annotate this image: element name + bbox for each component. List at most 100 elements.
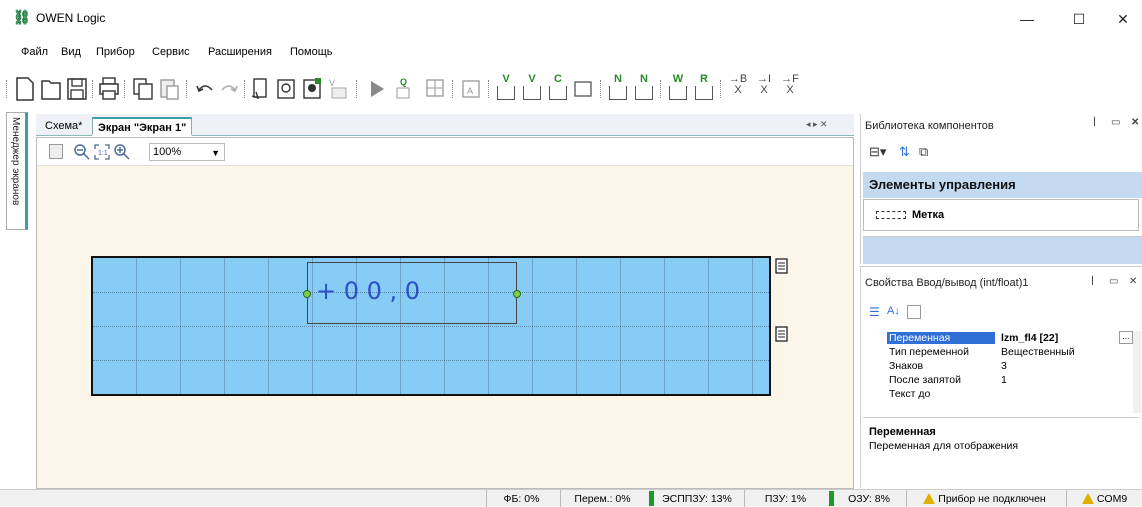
tab-screen-1[interactable]: Экран "Экран 1" <box>92 117 193 136</box>
open-folder-icon[interactable] <box>40 76 62 102</box>
library-title: Библиотека компонентов <box>865 120 994 132</box>
add-var-v-label: V <box>502 73 510 85</box>
tab-nav-controls[interactable]: ◂ ▸ ✕ <box>806 119 828 130</box>
toolbar-separator <box>244 80 245 98</box>
add-read-button[interactable]: R <box>692 74 716 100</box>
zoom-out-icon[interactable] <box>73 143 91 161</box>
alphabetical-icon[interactable]: A↓ <box>887 305 900 317</box>
property-pages-icon[interactable] <box>907 305 921 319</box>
menu-extensions[interactable]: Расширения <box>208 46 272 58</box>
menu-service[interactable]: Сервис <box>152 46 190 58</box>
device-settings-icon[interactable] <box>302 76 324 102</box>
properties-scrollbar[interactable] <box>1133 331 1141 413</box>
status-rom: ПЗУ: 1% <box>744 490 826 507</box>
pin-icon[interactable]: ꟾ <box>1091 277 1094 288</box>
zoom-in-icon[interactable] <box>113 143 131 161</box>
redo-icon[interactable] <box>218 76 240 102</box>
property-value[interactable]: 3 <box>1001 360 1007 372</box>
add-net-n2-button[interactable]: N <box>632 74 656 100</box>
new-file-icon[interactable] <box>14 76 36 102</box>
simulate-icon[interactable]: Q <box>392 76 414 102</box>
title-bar: ⛓ OWEN Logic — ☐ ✕ <box>0 0 1142 40</box>
zoom-fit-icon[interactable]: 1:1 <box>93 143 111 161</box>
restore-panel-icon[interactable]: ▭ <box>1109 276 1118 287</box>
status-port[interactable]: COM9 <box>1066 490 1142 507</box>
add-var-v2-button[interactable]: V <box>520 74 544 100</box>
add-const-button[interactable]: C <box>546 74 570 100</box>
goto-b-button[interactable]: →B X <box>726 74 750 96</box>
library-item-label[interactable]: Метка <box>863 199 1139 231</box>
close-panel-icon[interactable]: ✕ <box>1129 276 1137 287</box>
table-icon[interactable] <box>424 76 446 102</box>
io-display-value: + 0 0 , 0 <box>316 277 421 305</box>
close-panel-icon[interactable]: ✕ <box>1131 117 1139 128</box>
restore-panel-icon[interactable]: ▭ <box>1111 117 1120 128</box>
property-value[interactable]: Вещественный <box>1001 346 1075 358</box>
device-info-icon[interactable] <box>276 76 298 102</box>
property-key: Тип переменной <box>889 346 969 358</box>
close-button[interactable]: ✕ <box>1100 8 1142 30</box>
warning-icon <box>1081 493 1094 504</box>
categorized-icon[interactable]: ☰ <box>869 305 880 319</box>
main-toolbar: V Q A V V C N N W R →B X →I X →F X <box>0 70 1142 106</box>
screen-canvas[interactable]: + 0 0 , 0 <box>91 256 771 396</box>
resize-handle-left[interactable] <box>303 290 311 298</box>
library-next-group <box>863 236 1142 264</box>
toolbar-separator <box>186 80 187 98</box>
screen-manager-tab[interactable]: Менеджер экранов <box>6 112 28 230</box>
property-row-decimals[interactable]: После запятой 1 <box>863 373 1135 387</box>
copy-icon[interactable] <box>132 76 154 102</box>
add-net-n-button[interactable]: N <box>606 74 630 100</box>
maximize-button[interactable]: ☐ <box>1056 8 1102 30</box>
minimize-button[interactable]: — <box>1004 8 1050 30</box>
property-row-variable[interactable]: Переменная lzm_fl4 [22] … <box>863 331 1135 345</box>
row-properties-icon[interactable] <box>775 258 789 274</box>
undo-icon[interactable] <box>194 76 216 102</box>
run-icon[interactable] <box>366 76 388 102</box>
property-value[interactable]: lzm_fl4 [22] <box>1001 332 1058 344</box>
sort-icon[interactable]: ⇅ <box>899 144 910 160</box>
menu-bar: Файл Вид Прибор Сервис Расширения Помощь <box>0 42 1142 62</box>
group-view-icon[interactable]: ⊟▾ <box>869 144 886 160</box>
add-block-icon[interactable] <box>572 76 594 102</box>
paste-icon[interactable] <box>158 76 180 102</box>
upload-icon[interactable]: V <box>328 76 350 102</box>
menu-device[interactable]: Прибор <box>96 46 135 58</box>
status-fb: ФБ: 0% <box>486 490 556 507</box>
toolbar-separator <box>452 80 453 98</box>
browse-button[interactable]: … <box>1119 331 1133 344</box>
screen-editor[interactable]: 1:1 100% ▼ + 0 0 , 0 <box>36 137 854 489</box>
print-icon[interactable] <box>98 76 120 102</box>
io-element[interactable]: + 0 0 , 0 <box>303 262 521 324</box>
compile-icon[interactable] <box>250 76 272 102</box>
chevron-down-icon: ▼ <box>211 148 220 158</box>
add-write-button[interactable]: W <box>666 74 690 100</box>
menu-view[interactable]: Вид <box>61 46 81 58</box>
save-icon[interactable] <box>66 76 88 102</box>
library-group-controls[interactable]: Элементы управления <box>863 172 1142 198</box>
property-value[interactable]: 1 <box>1001 374 1007 386</box>
zoom-select[interactable]: 100% ▼ <box>149 143 225 161</box>
row-properties-icon[interactable] <box>775 326 789 342</box>
property-row-digits[interactable]: Знаков 3 <box>863 359 1135 373</box>
status-bar: ФБ: 0% Перем.: 0% ЭСППЗУ: 13% ПЗУ: 1% ОЗ… <box>0 489 1142 507</box>
library-item-text: Метка <box>912 209 945 221</box>
library-settings-icon[interactable]: ⧉ <box>919 144 928 160</box>
menu-help[interactable]: Помощь <box>290 46 333 58</box>
save-screen-icon[interactable] <box>49 144 63 159</box>
add-var-v-button[interactable]: V <box>494 74 518 100</box>
property-key: Переменная <box>887 332 995 344</box>
property-row-text-before[interactable]: Текст до <box>863 387 1135 401</box>
pin-icon[interactable]: ꟾ <box>1093 118 1096 129</box>
calendar-icon[interactable]: A <box>460 76 482 102</box>
goto-i-button[interactable]: →I X <box>752 74 776 96</box>
svg-text:Q: Q <box>400 77 407 87</box>
status-device: Прибор не подключен <box>906 490 1062 507</box>
goto-f-sub: X <box>786 84 794 96</box>
resize-handle-right[interactable] <box>513 290 521 298</box>
toolbar-separator <box>600 80 601 98</box>
goto-f-button[interactable]: →F X <box>778 74 802 96</box>
menu-file[interactable]: Файл <box>21 46 48 58</box>
tab-schema[interactable]: Схема* <box>40 117 87 136</box>
property-row-var-type[interactable]: Тип переменной Вещественный <box>863 345 1135 359</box>
